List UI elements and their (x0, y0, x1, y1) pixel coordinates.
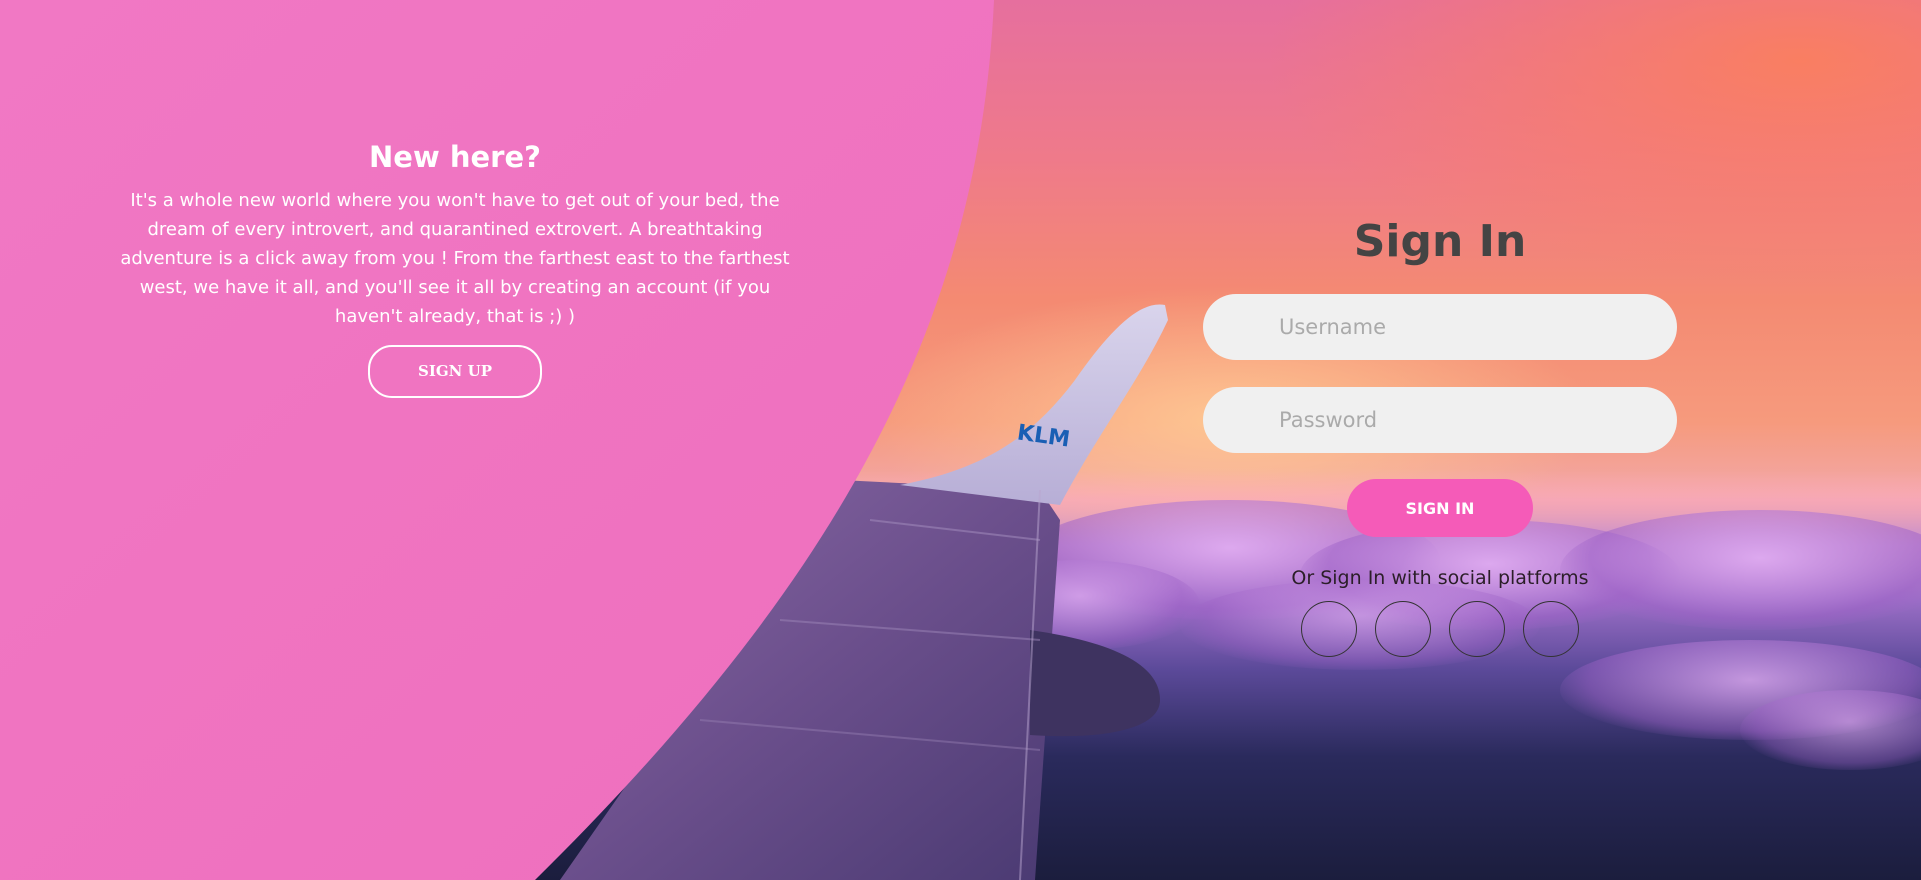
social-signin-text: Or Sign In with social platforms (1291, 567, 1589, 589)
new-here-description: It's a whole new world where you won't h… (120, 190, 790, 327)
sign-in-form: Sign In SIGN IN Or Sign In with social p… (1200, 214, 1680, 657)
social-icon-1[interactable] (1301, 601, 1357, 657)
signin-page: KLM New here? It's a whole new world whe… (0, 0, 1921, 880)
sign-in-button[interactable]: SIGN IN (1347, 479, 1533, 537)
social-icon-2[interactable] (1375, 601, 1431, 657)
username-input[interactable] (1279, 294, 1639, 360)
new-here-title: New here? (369, 140, 541, 174)
sign-up-button[interactable]: SIGN UP (368, 345, 542, 398)
left-panel-content: New here? It's a whole new world where y… (120, 140, 790, 398)
password-input[interactable] (1279, 387, 1639, 453)
social-icon-4[interactable] (1523, 601, 1579, 657)
sign-in-title: Sign In (1353, 216, 1527, 267)
social-icons-row (1200, 601, 1680, 657)
username-field[interactable] (1203, 294, 1677, 360)
password-field[interactable] (1203, 387, 1677, 453)
social-icon-3[interactable] (1449, 601, 1505, 657)
